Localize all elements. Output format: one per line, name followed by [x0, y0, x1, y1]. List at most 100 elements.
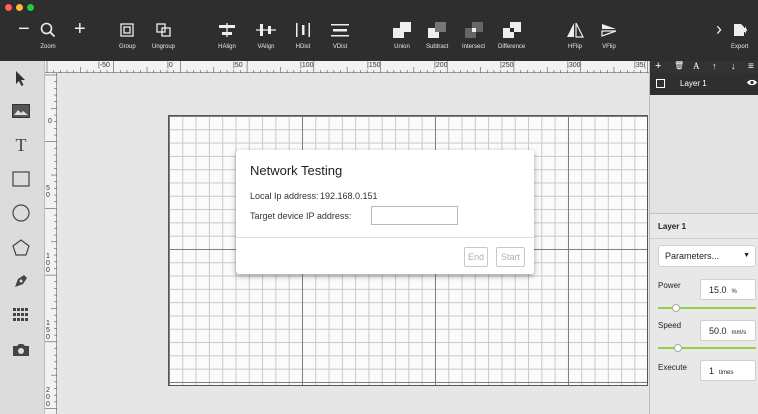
intersect-icon	[464, 20, 483, 40]
speed-unit: mm/s	[731, 330, 747, 336]
rectangle-icon[interactable]	[10, 168, 32, 190]
ruler-label: |-50	[98, 62, 110, 69]
difference-icon	[502, 20, 521, 40]
start-button[interactable]: Start	[496, 247, 525, 267]
camera-icon[interactable]	[10, 339, 32, 361]
speed-slider-track	[658, 347, 756, 349]
end-button[interactable]: End	[464, 247, 488, 267]
window-close-button[interactable]	[5, 4, 12, 11]
zoom-out-button[interactable]: −	[18, 19, 30, 39]
subtract-button[interactable]: Subtract	[426, 20, 448, 56]
halign-button[interactable]: HAlign	[217, 20, 237, 56]
speed-slider[interactable]	[658, 344, 756, 352]
execute-value: 1	[709, 366, 715, 376]
ruler-label: |150	[367, 62, 381, 69]
hflip-button[interactable]: HFlip	[566, 20, 584, 56]
target-ip-label: Target device IP address:	[250, 211, 352, 221]
move-layer-down-button[interactable]: ↓	[731, 61, 736, 71]
halign-label: HAlign	[218, 44, 236, 50]
ruler-label: 1 5 0	[46, 320, 50, 341]
more-button[interactable]: ›	[716, 20, 722, 38]
cursor-icon[interactable]	[10, 67, 32, 89]
eye-icon[interactable]	[747, 78, 757, 88]
horizontal-ruler-ticks	[46, 61, 648, 73]
layer-checkbox[interactable]	[656, 79, 665, 88]
pen-icon[interactable]	[10, 270, 32, 292]
group-button[interactable]: Group	[119, 20, 136, 56]
valign-label: VAlign	[257, 44, 275, 50]
network-testing-dialog: Network Testing Local Ip address: 192.16…	[236, 150, 534, 274]
power-slider-knob[interactable]	[672, 304, 680, 312]
ungroup-label: Ungroup	[152, 44, 176, 50]
window-zoom-button[interactable]	[27, 4, 34, 11]
image-icon[interactable]	[10, 100, 32, 122]
intersect-button[interactable]: Intersect	[462, 20, 485, 56]
vdist-button[interactable]: VDist	[331, 20, 349, 56]
valign-button[interactable]: VAlign	[256, 20, 276, 56]
execute-field[interactable]: 1 times	[700, 360, 756, 381]
difference-label: Difference	[498, 44, 526, 50]
local-ip-label: Local Ip address:	[250, 191, 319, 201]
speed-field[interactable]: 50.0 mm/s	[700, 320, 756, 341]
window-minimize-button[interactable]	[16, 4, 23, 11]
ruler-label: |50	[233, 62, 243, 69]
power-field[interactable]: 15.0%	[700, 279, 756, 300]
caret-down-icon: ▼	[743, 252, 750, 259]
group-icon	[120, 20, 134, 40]
export-label: Export	[731, 44, 749, 50]
export-icon	[733, 20, 747, 40]
power-slider[interactable]	[658, 304, 756, 312]
group-label: Group	[119, 44, 136, 50]
layer-list	[650, 95, 758, 214]
vflip-button[interactable]: VFlip	[601, 20, 617, 56]
vdist-label: VDist	[332, 44, 348, 50]
ungroup-button[interactable]: Ungroup	[152, 20, 175, 56]
hdist-button[interactable]: HDist	[295, 20, 311, 56]
zoom-in-button[interactable]: +	[74, 19, 86, 39]
grid-array-icon[interactable]	[10, 304, 32, 326]
difference-button[interactable]: Difference	[498, 20, 525, 56]
ruler-label: |250	[500, 62, 514, 69]
ruler-label: |100	[300, 62, 314, 69]
layer-row[interactable]: Layer 1	[650, 73, 758, 95]
horizontal-ruler: |-50 |0 |50 |100 |150 |200 |250 |300 |35…	[45, 61, 649, 73]
power-label: Power	[658, 281, 681, 290]
subtract-icon	[428, 20, 447, 40]
ruler-label: |200	[434, 62, 448, 69]
parameters-dropdown-value: Parameters...	[665, 251, 720, 261]
layer-name: Layer 1	[680, 79, 707, 88]
speed-slider-knob[interactable]	[674, 344, 682, 352]
ruler-label: 1 0 0	[46, 253, 50, 274]
polygon-icon[interactable]	[10, 236, 32, 258]
ruler-label: 0	[48, 118, 52, 125]
union-button[interactable]: Union	[393, 20, 411, 56]
speed-label: Speed	[658, 321, 682, 330]
vertical-ruler: 0 5 0 1 0 0 1 5 0 2 0 0	[45, 73, 57, 414]
execute-label: Execute	[658, 363, 687, 372]
target-ip-input[interactable]	[371, 206, 458, 225]
zoom-icon	[40, 20, 56, 40]
union-label: Union	[394, 44, 410, 50]
zoom-label: Zoom	[40, 44, 56, 50]
move-layer-up-button[interactable]: ↑	[712, 61, 717, 71]
intersect-label: Intersect	[462, 44, 486, 50]
right-panel: + 🗑 A ↑ ↓ ≡ Layer 1 Layer 1 Parameters..…	[649, 60, 758, 414]
union-icon	[393, 20, 411, 40]
speed-value: 50.0	[709, 326, 727, 336]
delete-layer-button[interactable]: 🗑	[674, 61, 684, 70]
add-layer-button[interactable]: +	[655, 60, 661, 72]
circle-icon[interactable]	[10, 202, 32, 224]
main-toolbar: − Zoom + Group Ungroup HAlign VAlign HDi…	[0, 0, 758, 61]
properties-divider	[650, 238, 758, 239]
vflip-label: VFlip	[602, 44, 616, 50]
hdist-icon	[295, 20, 311, 40]
export-button[interactable]: Export	[731, 20, 748, 56]
text-icon[interactable]: T	[10, 134, 32, 156]
zoom-control[interactable]: Zoom	[40, 20, 56, 56]
layers-menu-button[interactable]: ≡	[748, 61, 754, 72]
tool-palette: T	[0, 61, 45, 414]
layers-toolbar: + 🗑 A ↑ ↓ ≡	[650, 60, 758, 73]
ruler-label: 2 0 0	[46, 387, 50, 408]
rename-layer-button[interactable]: A	[693, 61, 700, 71]
parameters-dropdown[interactable]: Parameters... ▼	[658, 245, 756, 267]
